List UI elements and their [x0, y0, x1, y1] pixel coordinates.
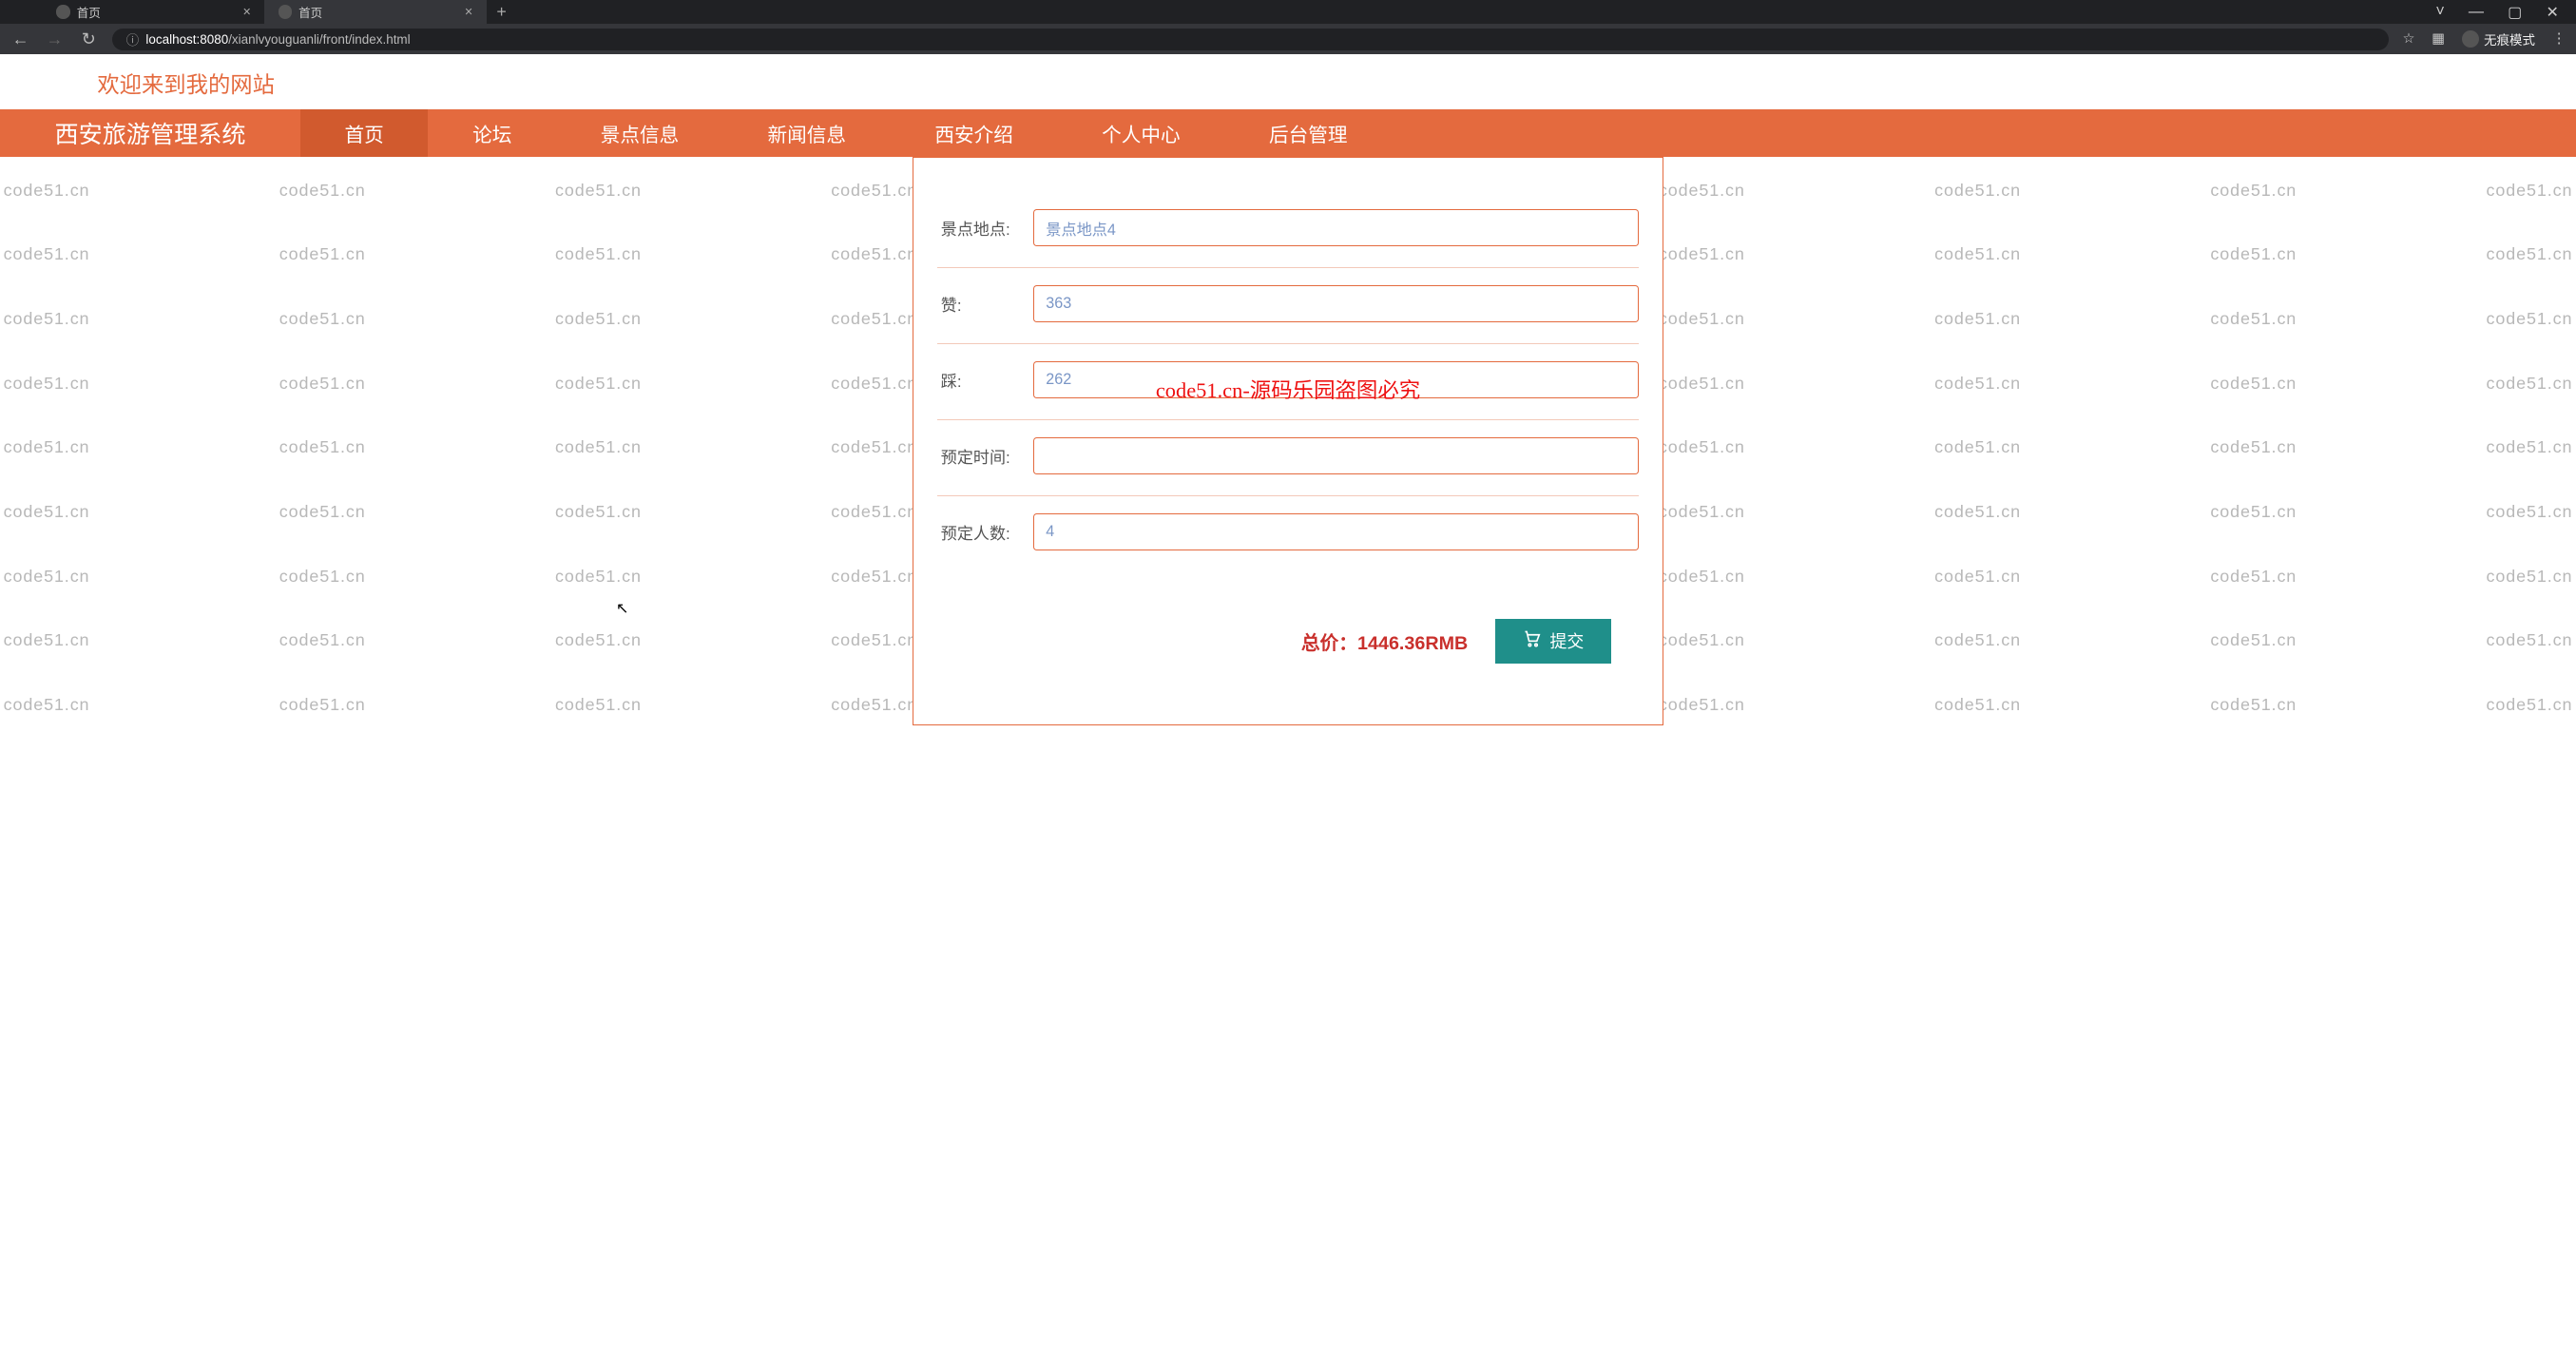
field-input-1[interactable]	[1033, 285, 1639, 322]
field-label: 景点地点:	[937, 216, 1033, 240]
total-label: 总价：	[1301, 633, 1357, 654]
cart-icon	[1523, 629, 1542, 653]
nav-item-5[interactable]: 个人中心	[1058, 109, 1225, 157]
window-maximize-icon[interactable]: ▢	[2508, 3, 2522, 22]
tab-title: 首页	[77, 3, 101, 21]
forward-button[interactable]: →	[45, 29, 66, 49]
submit-label: 提交	[1549, 628, 1584, 653]
form-row-0: 景点地点:	[937, 192, 1639, 268]
total-value: 1446.36RMB	[1357, 633, 1468, 654]
field-label: 预定时间:	[937, 444, 1033, 468]
incognito-indicator: 无痕模式	[2462, 29, 2535, 48]
cursor-icon: ↖	[616, 599, 629, 618]
field-input-3[interactable]	[1033, 437, 1639, 474]
browser-tab-1[interactable]: 首页 ×	[43, 0, 264, 24]
nav-item-4[interactable]: 西安介绍	[891, 109, 1058, 157]
incognito-label: 无痕模式	[2484, 29, 2535, 48]
booking-form-card: 景点地点: 赞: 踩: 预定时间: 预定人数: 总价：1446.36RMB 提交	[913, 157, 1663, 725]
browser-tab-strip: 首页 × 首页 × + ˅ — ▢ ✕	[0, 0, 2576, 24]
nav-item-6[interactable]: 后台管理	[1224, 109, 1392, 157]
nav-item-1[interactable]: 论坛	[428, 109, 556, 157]
extensions-icon[interactable]: ▦	[2432, 31, 2445, 47]
total-price: 总价：1446.36RMB	[1301, 627, 1469, 655]
incognito-icon	[2462, 30, 2479, 48]
watermark-overlay-text: code51.cn-源码乐园盗图必究	[1156, 374, 1420, 404]
field-label: 预定人数:	[937, 520, 1033, 544]
tab-favicon	[279, 5, 292, 18]
tab-favicon	[56, 5, 69, 18]
url-input[interactable]: ⓘ localhost:8080/xianlvyouguanli/front/i…	[112, 29, 2389, 50]
url-path: /xianlvyouguanli/front/index.html	[228, 32, 410, 47]
window-dropdown-icon[interactable]: ˅	[2435, 3, 2444, 22]
new-tab-button[interactable]: +	[496, 2, 506, 22]
field-input-0[interactable]	[1033, 209, 1639, 246]
form-row-1: 赞:	[937, 268, 1639, 344]
browser-menu-icon[interactable]: ⋮	[2552, 31, 2566, 47]
nav-item-0[interactable]: 首页	[300, 109, 429, 157]
browser-address-bar: ← → ↻ ⓘ localhost:8080/xianlvyouguanli/f…	[0, 24, 2576, 54]
form-row-3: 预定时间:	[937, 420, 1639, 496]
tab-close-icon[interactable]: ×	[465, 5, 472, 20]
field-label: 踩:	[937, 368, 1033, 392]
main-nav: 西安旅游管理系统 首页论坛景点信息新闻信息西安介绍个人中心后台管理	[0, 109, 2576, 157]
form-row-4: 预定人数:	[937, 496, 1639, 571]
field-label: 赞:	[937, 292, 1033, 316]
field-input-4[interactable]	[1033, 513, 1639, 550]
window-minimize-icon[interactable]: —	[2469, 3, 2484, 22]
nav-item-2[interactable]: 景点信息	[556, 109, 723, 157]
submit-button[interactable]: 提交	[1495, 619, 1611, 664]
tab-title: 首页	[298, 3, 322, 21]
browser-tab-2[interactable]: 首页 ×	[264, 0, 486, 24]
tab-close-icon[interactable]: ×	[242, 5, 250, 20]
reload-button[interactable]: ↻	[79, 29, 100, 49]
url-host: localhost:8080	[145, 32, 228, 47]
site-brand: 西安旅游管理系统	[0, 116, 290, 150]
site-info-icon[interactable]: ⓘ	[126, 29, 139, 48]
welcome-text: 欢迎来到我的网站	[0, 54, 2576, 108]
nav-item-3[interactable]: 新闻信息	[723, 109, 891, 157]
window-close-icon[interactable]: ✕	[2547, 3, 2560, 22]
bookmark-icon[interactable]: ☆	[2402, 31, 2414, 47]
back-button[interactable]: ←	[10, 29, 31, 49]
